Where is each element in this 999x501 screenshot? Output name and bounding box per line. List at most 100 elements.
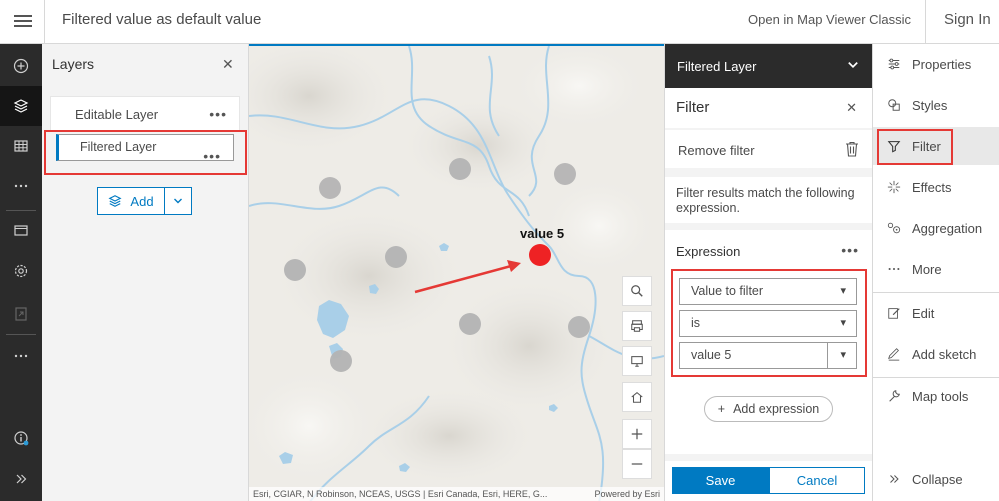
divider [873,292,999,293]
cancel-button[interactable]: Cancel [769,467,865,494]
more-options-icon[interactable]: ••• [203,144,221,169]
aggregation-icon [886,220,902,236]
add-expression-button[interactable]: + Add expression [704,396,833,422]
edit-button[interactable]: Edit [873,294,999,332]
field-select-value: Value to filter [691,284,764,298]
filter-label: Filter [912,138,941,154]
add-label: Add [130,193,154,209]
collapse-icon [886,471,902,487]
sparkle-icon [886,179,902,195]
add-sketch-label: Add sketch [912,346,977,362]
add-dropdown-button[interactable] [165,187,192,215]
map-attribution: Esri, CGIAR, N Robinson, NCEAS, USGS | E… [249,487,664,501]
table-icon[interactable] [0,126,42,166]
filter-description-card: Filter results match the following expre… [665,177,873,223]
remove-filter-label: Remove filter [678,143,755,158]
right-toolbar: Properties Styles Filter Effects Aggrega… [872,44,999,501]
properties-button[interactable]: Properties [873,45,999,83]
map-tools-label: Map tools [912,388,969,404]
value-select[interactable]: value 5 ▾ [679,342,857,369]
add-layer-group: Add [97,187,192,215]
settings-icon[interactable] [0,251,42,291]
more-icon-2[interactable] [0,336,42,376]
divider [6,334,36,335]
chevron-down-icon: ▾ [840,285,846,297]
filter-description: Filter results match the following expre… [676,186,855,215]
collapse-label: Collapse [912,471,963,487]
filter-button[interactable]: Filter [873,127,999,165]
close-icon[interactable]: ✕ [222,56,234,73]
styles-button[interactable]: Styles [873,86,999,124]
expression-label: Expression [676,244,741,259]
filter-actions: Save Cancel [665,461,873,501]
export-icon [0,294,42,334]
open-classic-link[interactable]: Open in Map Viewer Classic [748,12,911,27]
aggregation-button[interactable]: Aggregation [873,209,999,247]
folder-icon[interactable] [0,210,42,250]
more-label: More [912,261,942,277]
sliders-icon [886,56,902,72]
plus-icon: + [717,402,726,416]
styles-icon [886,97,902,113]
operator-select[interactable]: is ▾ [679,310,857,337]
effects-button[interactable]: Effects [873,168,999,206]
map-view[interactable]: value 5 Esri, CGIAR, N Robinson, NCEAS, … [249,44,664,501]
divider [44,0,45,44]
layer-item-filtered[interactable]: Filtered Layer ••• [56,134,234,164]
chevron-down-icon: ▾ [840,317,846,329]
zoom-in-icon[interactable] [622,419,652,449]
layers-icon[interactable] [0,86,42,126]
more-button[interactable]: More [873,250,999,288]
save-button[interactable]: Save [672,467,769,494]
screen-icon[interactable] [622,346,652,376]
styles-label: Styles [912,97,948,113]
feature-label: value 5 [520,226,565,241]
info-icon[interactable] [0,418,42,458]
trash-icon[interactable] [845,141,859,157]
expression-options-icon[interactable]: ••• [841,242,859,258]
more-options-icon[interactable]: ••• [209,106,227,122]
map-tools-button[interactable]: Map tools [873,377,999,415]
left-toolbar [0,44,42,501]
remove-filter-row[interactable]: Remove filter [665,130,873,168]
search-icon[interactable] [622,276,652,306]
filter-icon [886,138,902,154]
sketch-icon [886,346,902,362]
operator-select-value: is [691,316,701,330]
layer-header[interactable]: Filtered Layer [665,44,873,88]
sign-in-link[interactable]: Sign In [944,11,991,28]
layers-icon [108,195,122,207]
layers-panel-title: Layers [52,56,95,72]
layer-item-editable[interactable]: Editable Layer ••• [50,96,240,132]
edit-label: Edit [912,305,935,321]
add-sketch-button[interactable]: Add sketch [873,335,999,373]
page-title: Filtered value as default value [62,11,262,28]
home-icon[interactable] [622,382,652,412]
print-icon[interactable] [622,311,652,341]
attribution-text: Esri, CGIAR, N Robinson, NCEAS, USGS | E… [253,489,548,499]
zoom-out-icon[interactable] [622,449,652,479]
plus-icon[interactable] [0,46,42,86]
chevron-down-icon[interactable] [847,59,859,71]
layer-name: Editable Layer [75,106,159,122]
more-icon [886,261,902,277]
menu-icon[interactable] [14,12,32,32]
close-icon[interactable]: ✕ [846,100,857,116]
add-layer-button[interactable]: Add [97,187,165,215]
basemap [249,46,664,501]
expand-icon[interactable] [0,459,42,499]
filter-title-bar: Filter ✕ [665,88,873,128]
divider [827,343,828,368]
layer-name: Filtered Layer [80,140,157,154]
field-select[interactable]: Value to filter ▾ [679,278,857,305]
layer-header-title: Filtered Layer [677,58,757,74]
aggregation-label: Aggregation [912,220,983,236]
layers-panel: Layers ✕ Editable Layer ••• Filtered Lay… [42,44,249,501]
properties-label: Properties [912,56,972,72]
effects-label: Effects [912,179,952,195]
powered-by-link[interactable]: Powered by Esri [594,487,660,501]
divider [925,0,926,44]
filter-panel: Filtered Layer Filter ✕ Remove filter Fi… [664,44,873,501]
more-icon[interactable] [0,166,42,206]
collapse-button[interactable]: Collapse [873,460,999,498]
